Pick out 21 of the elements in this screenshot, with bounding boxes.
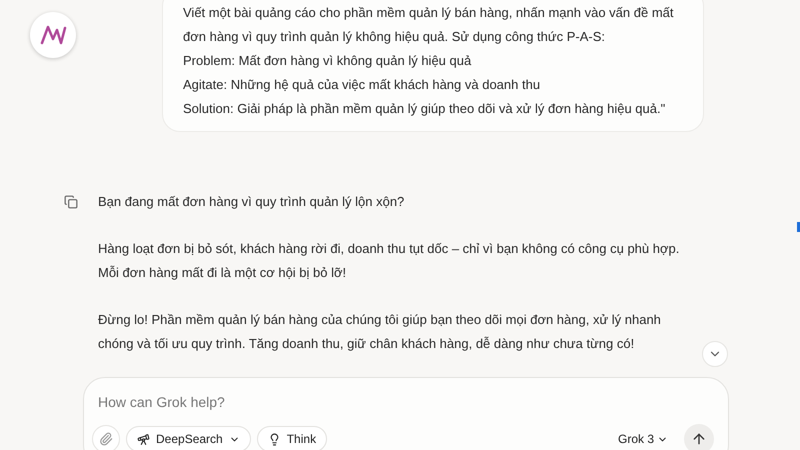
prompt-input[interactable]: How can Grok help? [98,394,714,410]
message-text: Viết một bài quảng cáo cho phần mềm quản lý bán hàng, nhấn mạnh vào vấn đề mất đơn hàng vì quy trình quản lý không hiệu quả. Sử dụng công thức P-A-S: [183,4,674,46]
response-paragraph: Hàng loạt đơn bị bỏ sót, khách hàng rời đi, doanh thu tụt dốc – chỉ vì bạn không có công cụ phù hợp. Mỗi đơn hàng mất đi là một cơ hội bị bỏ lỡ! [98,240,680,282]
app-logo-icon[interactable] [30,12,76,58]
response-paragraph: Đừng lo! Phần mềm quản lý bán hàng của chúng tôi giúp bạn theo dõi mọi đơn hàng, xử lý nhanh chóng và tối ưu quy trình. Tăng doanh thu, giữ chân khách hàng, dễ dàng như chưa từng có! [98,311,662,353]
copy-icon[interactable] [64,195,78,209]
lightbulb-icon [268,432,281,446]
deepsearch-button[interactable]: DeepSearch [126,426,251,450]
message-text: Agitate: Những hệ quả của việc mất khách hàng và doanh thu [183,76,542,94]
message-text: Problem: Mất đơn hàng vì không quản lý hiệu quả [183,52,472,70]
paperclip-icon [99,432,113,446]
scroll-down-button[interactable] [702,341,728,367]
scroll-indicator [797,222,800,232]
send-button[interactable] [684,424,714,450]
think-button[interactable]: Think [256,426,328,450]
arrow-up-icon [691,431,707,447]
telescope-icon [137,432,150,446]
model-selector[interactable]: Grok 3 [618,432,668,446]
response-paragraph: Bạn đang mất đơn hàng vì quy trình quản lý lộn xộn? [98,193,406,211]
message-text: Solution: Giải pháp là phần mềm quản lý giúp theo dõi và xử lý đơn hàng hiệu quả." [183,100,666,118]
attach-button[interactable] [92,425,120,450]
